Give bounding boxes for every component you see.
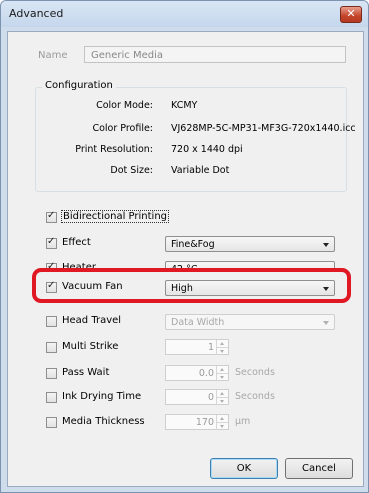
pass-wait-value: 0.0 xyxy=(198,368,214,379)
head-travel-checkbox[interactable] xyxy=(46,316,57,327)
media-thickness-unit: µm xyxy=(235,416,251,427)
ink-drying-value: 0 xyxy=(207,392,214,403)
media-thickness-value: 170 xyxy=(195,417,214,428)
pass-wait-checkbox[interactable] xyxy=(46,368,57,379)
chevron-down-icon xyxy=(323,287,329,291)
vacuum-fan-checkbox[interactable] xyxy=(46,280,57,293)
pass-wait-spinner[interactable]: 0.0 xyxy=(165,365,229,381)
ink-drying-unit: Seconds xyxy=(235,391,275,402)
color-mode-value: KCMY xyxy=(171,100,198,111)
dialog-body: Name Generic Media Configuration Color M… xyxy=(7,31,364,487)
name-field: Generic Media xyxy=(84,46,346,63)
ink-drying-checkbox[interactable] xyxy=(46,392,57,403)
vacuum-fan-value: High xyxy=(171,283,193,294)
spin-up-icon[interactable] xyxy=(216,390,228,397)
head-travel-dropdown[interactable]: Data Width xyxy=(165,314,335,330)
vacuum-fan-dropdown[interactable]: High xyxy=(165,280,335,296)
effect-value: Fine&Fog xyxy=(171,239,215,250)
ink-drying-label: Ink Drying Time xyxy=(62,391,142,402)
name-label: Name xyxy=(38,50,68,61)
head-travel-value: Data Width xyxy=(171,317,225,328)
multi-strike-checkbox[interactable] xyxy=(46,342,57,353)
effect-label: Effect xyxy=(62,237,91,248)
ink-drying-spinner[interactable]: 0 xyxy=(165,389,229,405)
vacuum-fan-label: Vacuum Fan xyxy=(62,281,123,292)
spin-down-icon[interactable] xyxy=(216,422,228,430)
color-mode-label: Color Mode: xyxy=(96,100,153,111)
cancel-button[interactable]: Cancel xyxy=(285,458,353,479)
media-thickness-checkbox[interactable] xyxy=(46,417,57,428)
advanced-dialog: Advanced ✕ Name Generic Media Configurat… xyxy=(0,0,369,493)
effect-checkbox[interactable] xyxy=(46,236,57,249)
title-bar[interactable]: Advanced ✕ xyxy=(1,1,368,27)
media-thickness-spinner[interactable]: 170 xyxy=(165,414,229,430)
multi-strike-value: 1 xyxy=(207,342,214,353)
print-resolution-value: 720 x 1440 dpi xyxy=(171,144,243,155)
spin-down-icon[interactable] xyxy=(216,373,228,381)
print-resolution-label: Print Resolution: xyxy=(75,144,153,155)
media-thickness-label: Media Thickness xyxy=(62,416,145,427)
bidirectional-label: Bidirectional Printing xyxy=(60,210,170,223)
color-profile-value: VJ628MP-5C-MP31-MF3G-720x1440.icc xyxy=(171,123,356,134)
spin-up-icon[interactable] xyxy=(216,415,228,422)
pass-wait-label: Pass Wait xyxy=(62,367,110,378)
color-profile-label: Color Profile: xyxy=(92,123,153,134)
chevron-down-icon xyxy=(323,321,329,325)
dot-size-value: Variable Dot xyxy=(171,165,230,176)
ok-button[interactable]: OK xyxy=(210,458,278,479)
spin-down-icon[interactable] xyxy=(216,397,228,405)
close-icon[interactable]: ✕ xyxy=(340,6,362,23)
configuration-legend: Configuration xyxy=(42,80,116,91)
chevron-down-icon xyxy=(323,243,329,247)
effect-dropdown[interactable]: Fine&Fog xyxy=(165,236,335,252)
spin-up-icon[interactable] xyxy=(216,340,228,347)
dot-size-label: Dot Size: xyxy=(110,165,153,176)
multi-strike-spinner[interactable]: 1 xyxy=(165,339,229,355)
multi-strike-label: Multi Strike xyxy=(62,341,119,352)
pass-wait-unit: Seconds xyxy=(235,367,275,378)
head-travel-label: Head Travel xyxy=(62,315,122,326)
spin-down-icon[interactable] xyxy=(216,347,228,355)
spin-up-icon[interactable] xyxy=(216,366,228,373)
window-title: Advanced xyxy=(9,7,64,20)
bidirectional-checkbox[interactable] xyxy=(46,210,57,223)
